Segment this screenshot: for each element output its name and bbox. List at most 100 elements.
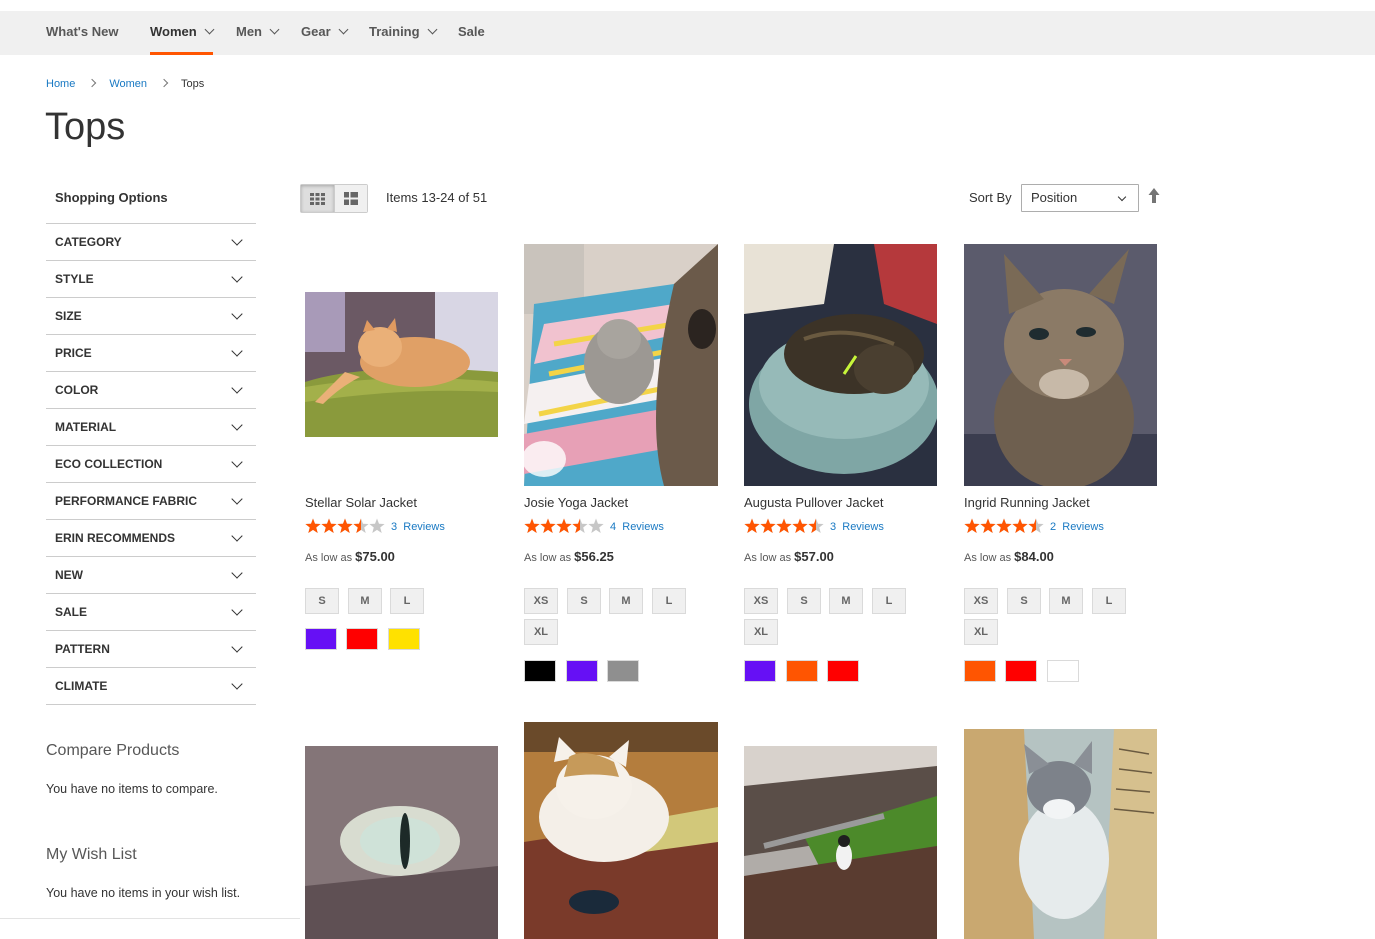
nav-item-training[interactable]: Training [369, 11, 438, 55]
cat-photo [524, 722, 718, 939]
size-swatch[interactable]: M [1049, 588, 1083, 614]
color-swatch[interactable] [607, 660, 639, 682]
size-swatch[interactable]: XS [744, 588, 778, 614]
size-swatch[interactable]: M [348, 588, 382, 614]
reviews-link[interactable]: 3 Reviews [830, 521, 884, 533]
nav-item-whats-new[interactable]: What's New [46, 11, 118, 55]
star-icon [760, 518, 776, 533]
filter-performance-fabric[interactable]: PERFORMANCE FABRIC [46, 483, 256, 520]
size-swatch[interactable]: L [390, 588, 424, 614]
color-swatch[interactable] [305, 628, 337, 650]
divider [0, 918, 300, 919]
price-prefix: As low as [744, 552, 792, 564]
color-swatch[interactable] [827, 660, 859, 682]
size-swatch[interactable]: XS [964, 588, 998, 614]
list-view-button[interactable] [333, 185, 367, 212]
star-icon [540, 518, 556, 533]
rating-stars [964, 518, 1044, 533]
arrow-up-icon[interactable] [1146, 187, 1162, 205]
price-box: As low as $84.00 [964, 549, 1054, 564]
filter-size[interactable]: SIZE [46, 298, 256, 335]
star-icon [1012, 518, 1028, 533]
chevron-down-icon [231, 641, 243, 653]
breadcrumb-home[interactable]: Home [46, 78, 75, 90]
price-box: As low as $56.25 [524, 549, 614, 564]
nav-item-gear[interactable]: Gear [301, 11, 349, 55]
color-swatch[interactable] [786, 660, 818, 682]
color-swatch[interactable] [346, 628, 378, 650]
filter-label: SALE [55, 605, 88, 619]
size-swatch[interactable]: XL [744, 619, 778, 645]
product-name[interactable]: Ingrid Running Jacket [964, 495, 1090, 510]
filter-style[interactable]: STYLE [46, 261, 256, 298]
reviews-link[interactable]: 3 Reviews [391, 521, 445, 533]
nav-item-men[interactable]: Men [236, 11, 280, 55]
color-swatch[interactable] [388, 628, 420, 650]
size-swatch[interactable]: S [305, 588, 339, 614]
size-swatch[interactable]: XL [964, 619, 998, 645]
filter-sale[interactable]: SALE [46, 594, 256, 631]
product-photo[interactable] [305, 292, 498, 437]
size-swatch[interactable]: XL [524, 619, 558, 645]
filter-color[interactable]: COLOR [46, 372, 256, 409]
size-swatch[interactable]: S [567, 588, 601, 614]
color-swatch[interactable] [524, 660, 556, 682]
product-name[interactable]: Augusta Pullover Jacket [744, 495, 883, 510]
size-swatch[interactable]: L [1092, 588, 1126, 614]
color-swatch[interactable] [1005, 660, 1037, 682]
filter-climate[interactable]: CLIMATE [46, 668, 256, 705]
price: $56.25 [574, 549, 614, 564]
product-photo[interactable] [524, 722, 718, 939]
size-swatch[interactable]: M [829, 588, 863, 614]
size-swatch[interactable]: L [872, 588, 906, 614]
size-swatch[interactable]: XS [524, 588, 558, 614]
filter-material[interactable]: MATERIAL [46, 409, 256, 446]
filter-label: PATTERN [55, 642, 110, 656]
star-icon [369, 518, 385, 533]
color-swatch[interactable] [1047, 660, 1079, 682]
star-icon [305, 518, 321, 533]
product-photo[interactable] [964, 244, 1157, 486]
nav-item-label: Women [150, 24, 197, 39]
color-swatch[interactable] [566, 660, 598, 682]
product-photo[interactable] [305, 746, 498, 939]
size-swatch[interactable]: M [609, 588, 643, 614]
nav-item-label: Sale [458, 24, 485, 39]
size-swatch[interactable]: S [1007, 588, 1041, 614]
chevron-down-icon [338, 24, 349, 35]
chevron-down-icon [427, 24, 438, 35]
top-navigation: What's New Women Men Gear Training Sale [0, 11, 1375, 55]
price: $57.00 [794, 549, 834, 564]
size-swatch[interactable]: S [787, 588, 821, 614]
filter-new[interactable]: NEW [46, 557, 256, 594]
reviews-link[interactable]: 4 Reviews [610, 521, 664, 533]
rating-stars [744, 518, 824, 533]
product-photo[interactable] [744, 746, 937, 939]
grid-view-button[interactable] [301, 185, 334, 212]
toolbar-amount: Items 13-24 of 51 [386, 190, 488, 205]
nav-item-women[interactable]: Women [150, 11, 215, 55]
color-swatch[interactable] [744, 660, 776, 682]
filter-label: STYLE [55, 272, 94, 286]
price-prefix: As low as [305, 552, 353, 564]
nav-item-sale[interactable]: Sale [458, 11, 485, 55]
product-photo[interactable] [964, 729, 1157, 939]
filter-erin-recommends[interactable]: ERIN RECOMMENDS [46, 520, 256, 557]
size-swatch[interactable]: L [652, 588, 686, 614]
sort-by-select[interactable]: Position [1021, 184, 1139, 212]
reviews-link[interactable]: 2 Reviews [1050, 521, 1104, 533]
product-photo[interactable] [524, 244, 718, 486]
product-photo[interactable] [744, 244, 937, 486]
filter-eco-collection[interactable]: ECO COLLECTION [46, 446, 256, 483]
filter-category[interactable]: CATEGORY [46, 224, 256, 261]
color-swatch[interactable] [964, 660, 996, 682]
star-icon [321, 518, 337, 533]
breadcrumb-women[interactable]: Women [109, 78, 147, 90]
filter-pattern[interactable]: PATTERN [46, 631, 256, 668]
product-name[interactable]: Josie Yoga Jacket [524, 495, 628, 510]
breadcrumb: Home Women Tops [46, 78, 204, 90]
sort-by-label: Sort By [969, 190, 1012, 205]
filter-label: COLOR [55, 383, 99, 397]
product-name[interactable]: Stellar Solar Jacket [305, 495, 417, 510]
filter-price[interactable]: PRICE [46, 335, 256, 372]
